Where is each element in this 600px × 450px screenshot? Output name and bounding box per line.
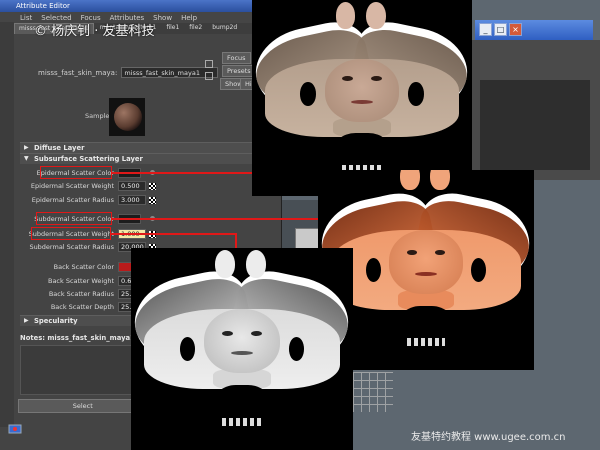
grid-icon: [353, 372, 393, 412]
attr-label: Back Scatter Depth: [50, 303, 114, 311]
section-title: Subsurface Scattering Layer: [34, 155, 143, 163]
shader-preview-ball: [114, 103, 142, 131]
annotation-box: [31, 227, 111, 240]
watermark-top: © 杨庆钊 · 友基科技: [34, 24, 155, 39]
node-output-icon[interactable]: [205, 72, 213, 80]
attr-value-field[interactable]: 0.500: [118, 181, 146, 191]
minimize-icon[interactable]: _: [479, 23, 492, 36]
back-scatter-weight-row: Back Scatter Weight 0.650: [28, 276, 146, 286]
annotation-line: [111, 233, 237, 235]
tab-file2[interactable]: file2: [185, 23, 206, 34]
back-scatter-depth-row: Back Scatter Depth 25.000: [28, 302, 146, 312]
epidermal-scatter-radius-row: Epidermal Scatter Radius 3.000: [28, 195, 156, 205]
focus-button[interactable]: Focus: [222, 52, 251, 64]
material-name-input[interactable]: [121, 67, 219, 78]
map-button-icon[interactable]: [149, 182, 156, 190]
section-title: Specularity: [34, 317, 78, 325]
expand-triangle-icon: ▶: [24, 144, 29, 151]
annotation-line: [235, 233, 237, 249]
expand-triangle-icon: ▶: [24, 317, 29, 324]
attr-label: Back Scatter Color: [53, 263, 114, 271]
annotation-box: [40, 166, 112, 179]
notes-label: Notes: misss_fast_skin_maya1: [20, 334, 135, 342]
back-scatter-radius-row: Back Scatter Radius 25.000: [28, 289, 146, 299]
attr-label: Epidermal Scatter Radius: [31, 196, 114, 204]
close-icon[interactable]: ×: [509, 23, 522, 36]
window-title-bar: [475, 20, 593, 40]
map-button-icon[interactable]: [149, 196, 156, 204]
watermark-bottom: 友基特约教程 www.ugee.com.cn: [411, 432, 566, 443]
menu-help[interactable]: Help: [181, 14, 197, 23]
annotation-box: [36, 212, 112, 225]
tab-file1[interactable]: file1: [162, 23, 183, 34]
tab-bump2d[interactable]: bump2d: [208, 23, 241, 34]
select-button[interactable]: Select: [18, 399, 148, 413]
section-title: Diffuse Layer: [34, 144, 85, 152]
menu-show[interactable]: Show: [153, 14, 172, 23]
collapse-triangle-icon: ▼: [24, 155, 29, 162]
window-title: Attribute Editor: [0, 0, 281, 12]
outliner-panel: [480, 80, 590, 170]
material-name-row: misss_fast_skin_maya:: [38, 67, 219, 78]
attr-label: Epidermal Scatter Weight: [30, 182, 114, 190]
annotation-line: [112, 218, 338, 220]
section-diffuse-layer[interactable]: ▶ Diffuse Layer: [20, 142, 282, 153]
back-scatter-texture-map: [131, 248, 353, 450]
left-toolbar-strip: [0, 22, 14, 427]
attr-label: Subdermal Scatter Radius: [29, 243, 114, 251]
node-connect-icon[interactable]: [205, 60, 213, 68]
section-sss-layer[interactable]: ▼ Subsurface Scattering Layer: [20, 153, 282, 164]
attr-value-field[interactable]: 3.000: [118, 195, 146, 205]
tray-icon[interactable]: [8, 422, 22, 436]
sample-swatch: [109, 98, 145, 136]
back-scatter-color-row: Back Scatter Color: [28, 262, 141, 272]
epidermal-texture-map: [252, 0, 472, 196]
maximize-icon[interactable]: □: [494, 23, 507, 36]
attr-label: Back Scatter Weight: [47, 277, 114, 285]
material-name-label: misss_fast_skin_maya:: [38, 68, 118, 77]
attr-label: Back Scatter Radius: [48, 290, 114, 298]
sample-label: Sample: [85, 112, 110, 120]
annotation-line: [112, 172, 274, 174]
menu-list[interactable]: List: [20, 14, 32, 23]
presets-button[interactable]: Presets: [222, 65, 256, 77]
epidermal-scatter-weight-row: Epidermal Scatter Weight 0.500: [28, 181, 156, 191]
